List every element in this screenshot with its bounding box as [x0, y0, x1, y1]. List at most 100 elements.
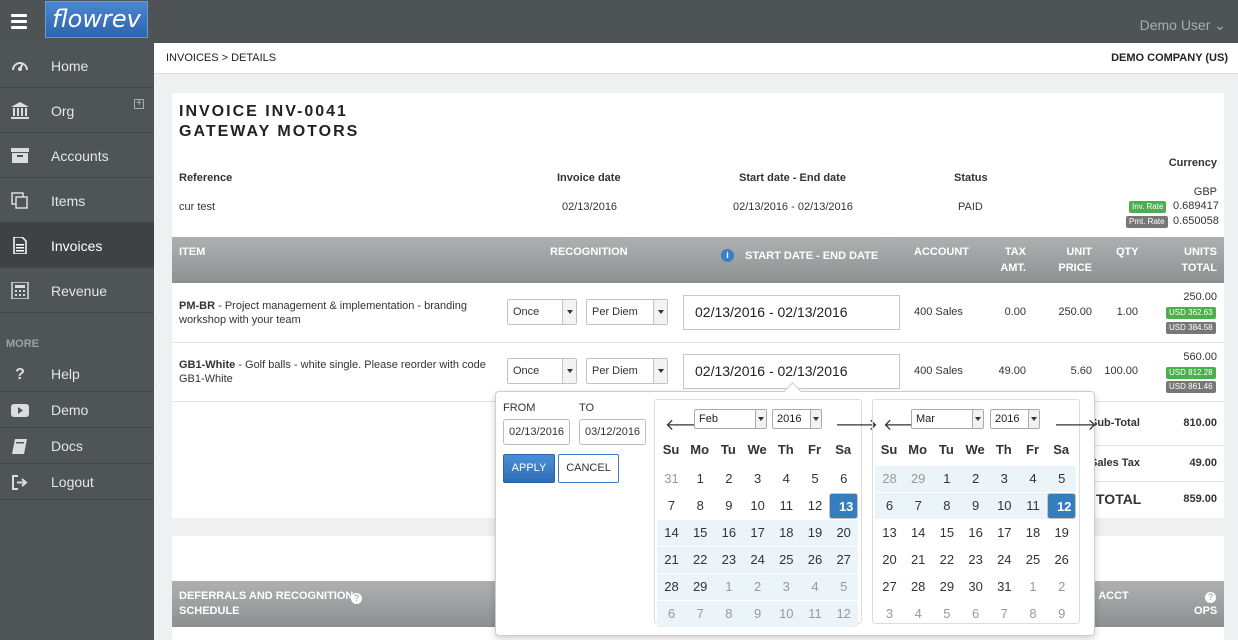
calendar-day[interactable]: 3	[989, 466, 1019, 492]
calendar-day[interactable]: 15	[932, 520, 961, 546]
calendar-day[interactable]: 16	[714, 520, 744, 546]
calendar-day[interactable]: 2	[1047, 574, 1076, 600]
calendar-day[interactable]: 1	[686, 466, 715, 492]
calendar-day[interactable]: 18	[771, 520, 801, 546]
calendar-day[interactable]: 6	[875, 493, 904, 519]
sidebar-item-accounts[interactable]: Accounts	[0, 133, 154, 178]
to-date-input[interactable]: 03/12/2016	[579, 419, 646, 445]
calendar-day[interactable]: 29	[685, 574, 715, 600]
calendar-day[interactable]: 7	[657, 493, 686, 519]
breadcrumb[interactable]: INVOICES > DETAILS	[166, 52, 276, 64]
calendar-day[interactable]: 15	[685, 520, 715, 546]
calendar-day[interactable]: 13	[875, 520, 904, 546]
info-icon[interactable]: i	[721, 249, 734, 262]
method-select[interactable]: Per Diem	[586, 299, 668, 325]
calendar-day[interactable]: 17	[990, 520, 1019, 546]
from-date-input[interactable]: 02/13/2016	[503, 419, 570, 445]
calendar-day[interactable]: 27	[875, 574, 904, 600]
sidebar-item-invoices[interactable]: Invoices	[0, 223, 154, 268]
user-menu[interactable]: Demo User ⌄	[1140, 17, 1226, 34]
calendar-day[interactable]: 4	[904, 601, 933, 627]
calendar-day[interactable]: 12	[1047, 493, 1077, 519]
calendar-day[interactable]: 20	[875, 547, 904, 573]
calendar-day[interactable]: 5	[1047, 466, 1077, 492]
apply-button[interactable]: APPLY	[503, 454, 555, 483]
calendar-day[interactable]: 19	[800, 520, 830, 546]
calendar-day[interactable]: 1	[1019, 574, 1048, 600]
calendar-day[interactable]: 12	[829, 601, 859, 627]
calendar-day[interactable]: 28	[657, 574, 686, 600]
year-select[interactable]: 2016	[990, 409, 1040, 429]
calendar-day[interactable]: 9	[714, 493, 743, 519]
calendar-day[interactable]: 26	[800, 547, 830, 573]
calendar-day[interactable]: 3	[743, 466, 772, 492]
recognition-select[interactable]: Once	[507, 299, 577, 325]
calendar-day[interactable]: 2	[714, 466, 743, 492]
help-icon[interactable]: ?	[1205, 590, 1216, 604]
calendar-day[interactable]: 21	[657, 547, 686, 573]
calendar-day[interactable]: 25	[1019, 547, 1048, 573]
calendar-day[interactable]: 11	[800, 601, 830, 627]
year-select[interactable]: 2016	[772, 409, 822, 429]
calendar-day[interactable]: 29	[903, 466, 933, 492]
calendar-day[interactable]: 6	[657, 601, 686, 627]
calendar-day[interactable]: 8	[714, 601, 744, 627]
sidebar-item-logout[interactable]: Logout	[0, 464, 154, 500]
calendar-day[interactable]: 14	[657, 520, 686, 546]
calendar-day[interactable]: 2	[961, 466, 991, 492]
sidebar-item-org[interactable]: Org +	[0, 88, 154, 133]
date-range-input[interactable]: 02/13/2016 - 02/13/2016	[683, 295, 900, 330]
calendar-day[interactable]: 5	[932, 601, 961, 627]
calendar-day[interactable]: 23	[714, 547, 744, 573]
calendar-day[interactable]: 11	[1018, 493, 1048, 519]
calendar-day[interactable]: 9	[743, 601, 773, 627]
calendar-day[interactable]: 6	[961, 601, 990, 627]
calendar-day[interactable]: 11	[772, 493, 801, 519]
calendar-day[interactable]: 8	[1019, 601, 1048, 627]
calendar-day[interactable]: 1	[932, 466, 962, 492]
calendar-day[interactable]: 12	[801, 493, 830, 519]
calendar-day[interactable]: 3	[771, 574, 801, 600]
calendar-day[interactable]: 24	[743, 547, 773, 573]
calendar-day[interactable]: 25	[771, 547, 801, 573]
calendar-day[interactable]: 28	[875, 466, 904, 492]
calendar-day[interactable]: 5	[801, 466, 830, 492]
calendar-day[interactable]: 31	[657, 466, 686, 492]
calendar-day[interactable]: 6	[829, 466, 858, 492]
calendar-day[interactable]: 10	[989, 493, 1019, 519]
calendar-day[interactable]: 23	[961, 547, 990, 573]
method-select[interactable]: Per Diem	[586, 358, 668, 384]
calendar-day[interactable]: 26	[1047, 547, 1076, 573]
cancel-button[interactable]: CANCEL	[558, 454, 619, 483]
calendar-day[interactable]: 31	[990, 574, 1019, 600]
calendar-day[interactable]: 4	[800, 574, 830, 600]
calendar-day[interactable]: 8	[932, 493, 962, 519]
calendar-day[interactable]: 18	[1019, 520, 1048, 546]
calendar-day[interactable]: 9	[961, 493, 991, 519]
sidebar-item-docs[interactable]: Docs	[0, 428, 154, 464]
sidebar-item-help[interactable]: ? Help	[0, 356, 154, 392]
calendar-day[interactable]: 4	[1018, 466, 1048, 492]
sidebar-item-items[interactable]: Items	[0, 178, 154, 223]
arrow-right-icon[interactable]: 🡒	[1054, 414, 1097, 435]
calendar-day[interactable]: 29	[932, 574, 961, 600]
recognition-select[interactable]: Once	[507, 358, 577, 384]
calendar-day[interactable]: 22	[932, 547, 961, 573]
expand-plus-icon[interactable]: +	[134, 99, 144, 109]
calendar-day[interactable]: 24	[990, 547, 1019, 573]
sidebar-item-home[interactable]: Home	[0, 43, 154, 88]
calendar-day[interactable]: 16	[961, 520, 990, 546]
calendar-day[interactable]: 5	[829, 574, 859, 600]
calendar-day[interactable]: 7	[685, 601, 715, 627]
sidebar-item-revenue[interactable]: Revenue	[0, 268, 154, 313]
calendar-day[interactable]: 1	[714, 574, 744, 600]
help-icon[interactable]: ?	[351, 591, 362, 605]
calendar-day[interactable]: 22	[685, 547, 715, 573]
calendar-day[interactable]: 8	[686, 493, 715, 519]
month-select[interactable]: Mar	[911, 409, 984, 429]
calendar-day[interactable]: 4	[772, 466, 801, 492]
calendar-day[interactable]: 19	[1047, 520, 1076, 546]
app-logo[interactable]: flowrev	[45, 1, 148, 38]
calendar-day[interactable]: 10	[743, 493, 772, 519]
calendar-day[interactable]: 10	[771, 601, 801, 627]
